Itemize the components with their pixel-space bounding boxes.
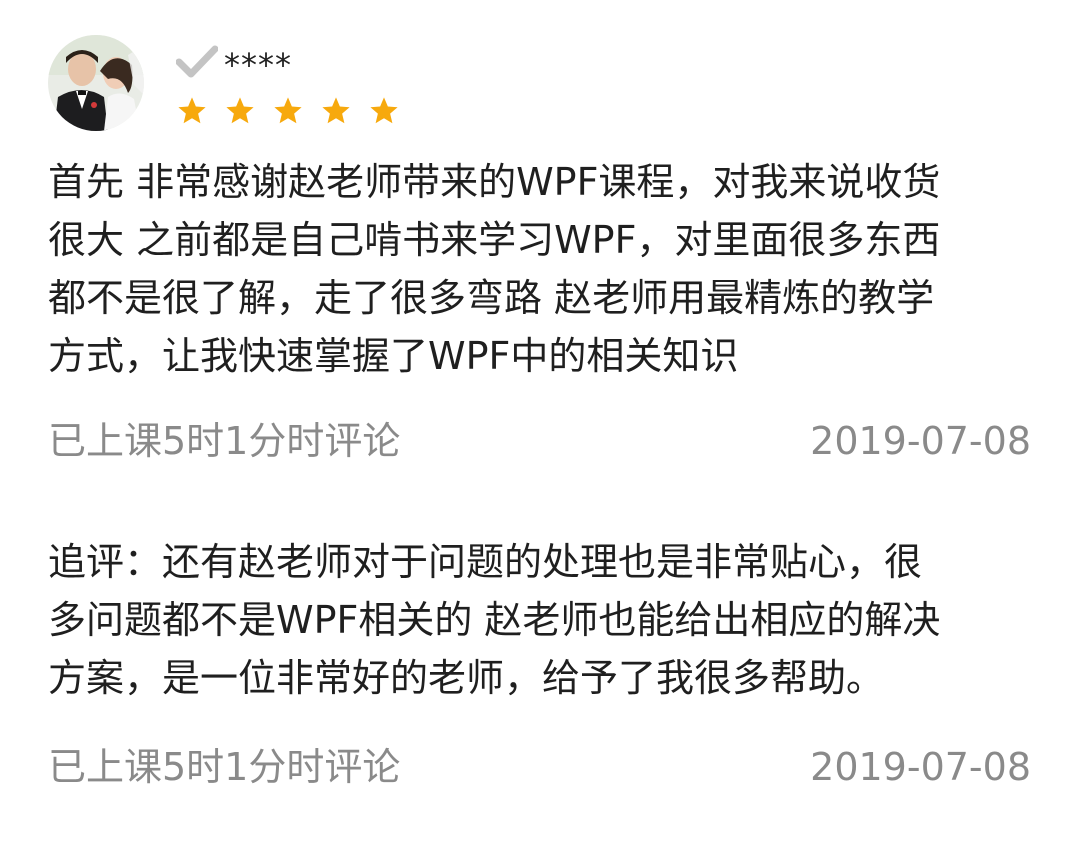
followup-text: 追评：还有赵老师对于问题的处理也是非常贴心，很 多问题都不是WPF相关的 赵老师… [48, 540, 941, 700]
star-icon [224, 95, 256, 127]
star-icon [320, 95, 352, 127]
user-meta: **** [176, 41, 416, 127]
rating-stars [176, 95, 416, 127]
review-date: 2019-07-08 [810, 419, 1031, 463]
followup-meta: 已上课5时1分时评论 2019-07-08 [48, 742, 1031, 792]
user-name: **** [224, 46, 292, 84]
review-text: 首先 非常感谢赵老师带来的WPF课程，对我来说收货 很大 之前都是自己啃书来学习… [48, 160, 941, 378]
followup-date: 2019-07-08 [810, 745, 1031, 789]
star-icon [368, 95, 400, 127]
review-card: **** 首先 非常感谢赵老师带来的WPF课程，对我来说收货 很大 之前都是自己… [0, 0, 1080, 846]
review-header: **** [48, 35, 416, 135]
star-icon [272, 95, 304, 127]
study-duration: 已上课5时1分时评论 [48, 745, 401, 789]
study-duration: 已上课5时1分时评论 [48, 419, 401, 463]
avatar-photo [48, 35, 144, 131]
check-icon [176, 44, 218, 78]
star-icon [176, 95, 208, 127]
user-avatar[interactable] [48, 35, 144, 131]
user-name-row: **** [176, 41, 416, 81]
review-meta: 已上课5时1分时评论 2019-07-08 [48, 416, 1031, 466]
